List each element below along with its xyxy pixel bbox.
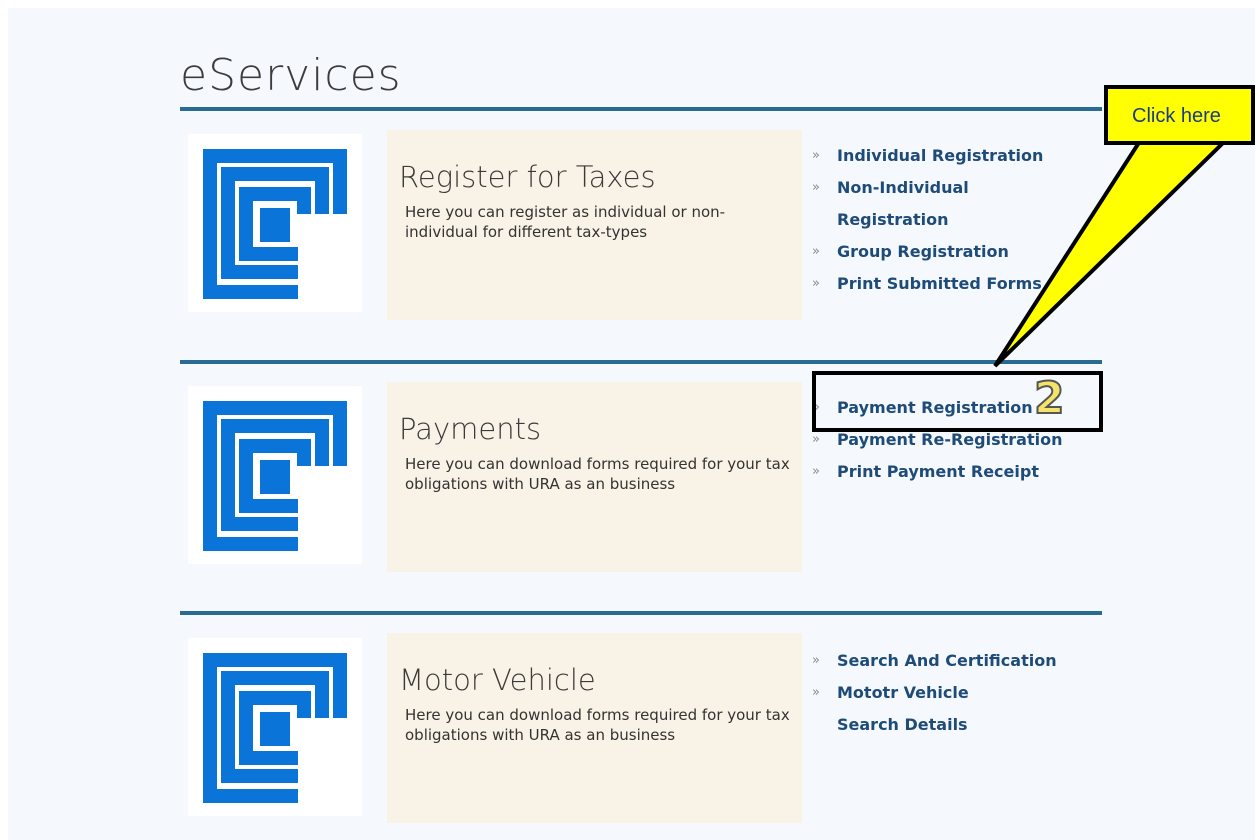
section-link-list: » Individual Registration » Non-Individual… <box>812 140 1072 300</box>
section-divider <box>180 360 1102 364</box>
link-label[interactable]: Individual Registration <box>837 146 1043 165</box>
link-group-registration[interactable]: » Group Registration <box>812 236 1072 268</box>
bullet-icon: » <box>812 653 820 668</box>
link-individual-registration[interactable]: » Individual Registration <box>812 140 1072 172</box>
section-description-panel: Register for Taxes Here you can register… <box>387 130 802 320</box>
bullet-icon: » <box>812 180 820 195</box>
bullet-icon: » <box>812 244 820 259</box>
link-motor-vehicle-search-details[interactable]: » Mototr Vehicle Search Details <box>812 677 1027 741</box>
ura-logo-svg <box>203 653 347 803</box>
bullet-icon: » <box>812 685 820 700</box>
page-title: eServices <box>180 50 402 101</box>
ura-logo-svg <box>203 149 347 299</box>
link-non-individual-registration[interactable]: » Non-Individual Registration <box>812 172 987 236</box>
section-description: Here you can register as individual or n… <box>405 203 726 241</box>
bullet-icon: » <box>812 276 820 291</box>
link-label[interactable]: Search And Certification <box>837 651 1057 670</box>
section-link-list: » Search And Certification » Mototr Vehicl… <box>812 645 1072 741</box>
link-label[interactable]: Non-Individual Registration <box>837 178 969 229</box>
ura-logo-icon <box>188 386 362 564</box>
callout-text: Click here <box>1132 105 1221 127</box>
bullet-icon: » <box>812 148 820 163</box>
section-description: Here you can download forms required for… <box>405 706 790 744</box>
section-title: Payments <box>399 412 542 446</box>
link-label[interactable]: Print Payment Receipt <box>837 462 1039 481</box>
link-label[interactable]: Group Registration <box>837 242 1009 261</box>
section-title: Register for Taxes <box>399 160 656 194</box>
link-print-submitted-forms[interactable]: » Print Submitted Forms <box>812 268 1072 300</box>
link-print-payment-receipt[interactable]: » Print Payment Receipt <box>812 456 1072 488</box>
ura-logo-icon <box>188 638 362 816</box>
section-description-panel: Payments Here you can download forms req… <box>387 382 802 572</box>
step-number-badge: 2 <box>1033 372 1066 425</box>
section-divider <box>180 107 1102 111</box>
bullet-icon: » <box>812 464 820 479</box>
section-title: Motor Vehicle <box>399 663 596 697</box>
ura-logo-icon <box>188 134 362 312</box>
link-search-and-certification[interactable]: » Search And Certification <box>812 645 1072 677</box>
section-divider <box>180 611 1102 615</box>
ura-logo-svg <box>203 401 347 551</box>
link-label[interactable]: Payment Re-Registration <box>837 430 1062 449</box>
link-label[interactable]: Mototr Vehicle Search Details <box>837 683 969 734</box>
section-description-panel: Motor Vehicle Here you can download form… <box>387 633 802 823</box>
link-label[interactable]: Print Submitted Forms <box>837 274 1042 293</box>
section-description: Here you can download forms required for… <box>405 455 790 493</box>
